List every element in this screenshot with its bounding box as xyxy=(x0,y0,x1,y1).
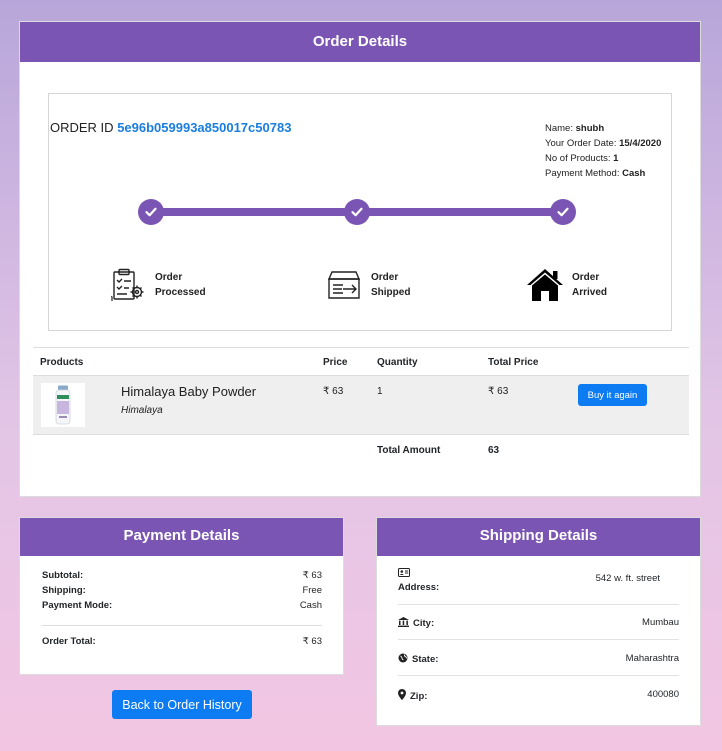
state-label: State: xyxy=(412,654,439,665)
shipping-fee-row: Shipping: Free xyxy=(42,585,322,600)
payment-method-value: Cash xyxy=(622,168,646,179)
order-products-table: Products Price Quantity Total Price Hima… xyxy=(33,347,689,466)
name-label: Name: xyxy=(545,123,573,134)
product-brand: Himalaya xyxy=(121,405,163,416)
step-shipped-check-icon xyxy=(344,199,370,225)
table-row: Himalaya Baby Powder Himalaya ₹ 63 1 ₹ 6… xyxy=(33,375,689,434)
step-processed: Order Processed xyxy=(109,266,206,304)
total-amount-value: 63 xyxy=(488,445,500,456)
step-arrived-line2: Arrived xyxy=(572,287,608,298)
order-total-row: Order Total: ₹ 63 xyxy=(42,636,322,651)
address-card-icon xyxy=(398,568,414,580)
payment-method-label: Payment Method: xyxy=(545,168,620,179)
subtotal-value: ₹ 63 xyxy=(302,570,322,581)
order-details-title: Order Details xyxy=(20,22,700,62)
order-date-label: Your Order Date: xyxy=(545,138,617,149)
col-total-price: Total Price xyxy=(488,357,539,368)
shipping-details-title: Shipping Details xyxy=(377,518,700,556)
products-count-value: 1 xyxy=(613,153,619,164)
step-shipped-line1: Order xyxy=(371,272,399,283)
payment-details-card: Payment Details Subtotal: ₹ 63 Shipping:… xyxy=(19,517,344,675)
subtotal-row: Subtotal: ₹ 63 xyxy=(42,570,322,585)
step-arrived-check-icon xyxy=(550,199,576,225)
address-value: 542 w. ft. street xyxy=(595,573,660,584)
city-row: City: Mumbau xyxy=(398,605,679,640)
payment-mode-value: Cash xyxy=(299,600,322,611)
city-label: City: xyxy=(413,618,435,629)
state-value: Maharashtra xyxy=(625,653,679,664)
product-quantity: 1 xyxy=(377,386,383,397)
address-label: Address: xyxy=(398,582,440,593)
zip-label: Zip: xyxy=(410,690,428,702)
payment-details-title: Payment Details xyxy=(20,518,343,556)
total-amount-row: Total Amount 63 xyxy=(33,434,689,466)
col-products: Products xyxy=(40,357,84,368)
col-quantity: Quantity xyxy=(377,357,418,368)
step-arrived-line1: Order xyxy=(572,272,600,283)
divider xyxy=(42,625,322,626)
product-price: ₹ 63 xyxy=(323,386,344,397)
order-meta: Name: shubh Your Order Date: 15/4/2020 N… xyxy=(545,121,661,181)
shipped-box-icon xyxy=(325,266,363,304)
state-row: State: Maharashtra xyxy=(398,640,679,676)
order-id-label: ORDER ID xyxy=(50,120,114,135)
product-total-price: ₹ 63 xyxy=(488,386,509,397)
table-header: Products Price Quantity Total Price xyxy=(33,347,689,375)
step-processed-line2: Processed xyxy=(155,287,206,298)
product-name[interactable]: Himalaya Baby Powder xyxy=(121,384,256,399)
shipping-details-card: Shipping Details Address: 542 w. ft. str… xyxy=(376,517,701,726)
map-marker-icon xyxy=(398,689,410,703)
order-summary-box: ORDER ID 5e96b059993a850017c50783 Name: … xyxy=(48,93,672,331)
shipping-fee-label: Shipping: xyxy=(42,585,86,596)
globe-icon xyxy=(398,653,412,666)
step-shipped-line2: Shipped xyxy=(371,287,411,298)
step-shipped: Order Shipped xyxy=(325,266,410,304)
shipping-fee-value: Free xyxy=(302,585,322,596)
step-processed-line1: Order xyxy=(155,272,183,283)
total-amount-label: Total Amount xyxy=(377,445,441,456)
bank-icon xyxy=(398,617,413,630)
name-value: shubh xyxy=(575,123,605,134)
clipboard-gear-icon xyxy=(109,266,147,304)
order-id: ORDER ID 5e96b059993a850017c50783 xyxy=(50,120,291,135)
order-id-value: 5e96b059993a850017c50783 xyxy=(117,120,292,135)
order-date-value: 15/4/2020 xyxy=(619,138,662,149)
products-count-label: No of Products: xyxy=(545,153,611,164)
buy-it-again-button[interactable]: Buy it again xyxy=(578,384,647,406)
col-price: Price xyxy=(323,357,348,368)
step-processed-check-icon xyxy=(138,199,164,225)
payment-mode-row: Payment Mode: Cash xyxy=(42,600,322,615)
payment-mode-label: Payment Mode: xyxy=(42,600,113,611)
back-to-order-history-button[interactable]: Back to Order History xyxy=(112,690,252,719)
order-details-card: Order Details ORDER ID 5e96b059993a85001… xyxy=(19,21,701,497)
order-total-label: Order Total: xyxy=(42,636,96,647)
subtotal-label: Subtotal: xyxy=(42,570,84,581)
order-total-value: ₹ 63 xyxy=(302,636,322,647)
zip-value: 400080 xyxy=(647,689,679,700)
zip-row: Zip: 400080 xyxy=(398,676,679,712)
house-icon xyxy=(526,266,564,304)
city-value: Mumbau xyxy=(642,617,679,628)
step-arrived: Order Arrived xyxy=(526,266,607,304)
address-row: Address: 542 w. ft. street xyxy=(398,568,679,605)
product-image[interactable] xyxy=(41,383,85,427)
